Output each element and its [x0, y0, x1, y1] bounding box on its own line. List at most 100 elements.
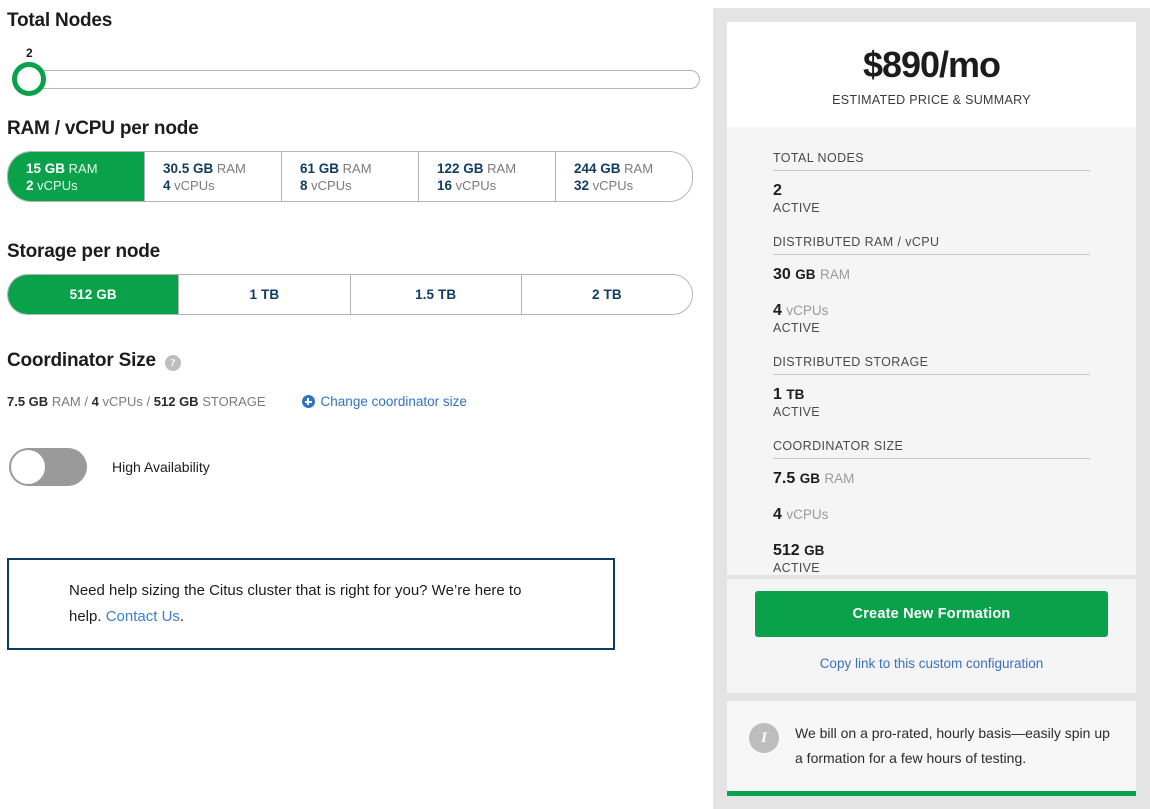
ram-option-cpu: 32 [574, 177, 590, 193]
summary-group-distributed-ram-vcpu: DISTRIBUTED RAM / vCPU 30 GB RAM 4 vCPUs… [773, 235, 1090, 335]
summary-group-distributed-storage: DISTRIBUTED STORAGE 1 TB ACTIVE [773, 355, 1090, 419]
ram-option-244gb[interactable]: 244 GB RAM 32 vCPUs [555, 152, 692, 201]
summary-state: ACTIVE [773, 405, 820, 419]
estimated-price-caption: ESTIMATED PRICE & SUMMARY [832, 93, 1031, 107]
summary-value: 30 [773, 266, 791, 283]
storage-option-label: 512 GB [69, 287, 117, 302]
total-nodes-slider[interactable]: 2 [7, 46, 700, 96]
summary-unit: GB [799, 471, 820, 486]
storage-option-1tb[interactable]: 1 TB [178, 275, 350, 314]
ram-option-cpu-unit: vCPUs [455, 177, 497, 193]
ram-option-size-unit: RAM [487, 160, 517, 176]
summary-value: 512 [773, 542, 800, 559]
ram-option-cpu-unit: vCPUs [311, 177, 352, 193]
summary-group-label: DISTRIBUTED STORAGE [773, 355, 1090, 375]
coordinator-size-title: Coordinator Size [7, 350, 156, 371]
summary-state: ACTIVE [773, 561, 820, 575]
coordinator-sep: / [84, 394, 88, 409]
create-new-formation-button[interactable]: Create New Formation [755, 591, 1108, 637]
summary-group-total-nodes: TOTAL NODES 2 ACTIVE [773, 151, 1090, 215]
summary-value-row: 1 TB [773, 386, 1090, 404]
storage-option-2tb[interactable]: 2 TB [520, 275, 692, 314]
ram-option-size-unit: RAM [68, 160, 98, 176]
change-coordinator-size-link[interactable]: Change coordinator size [301, 394, 467, 409]
storage-segmented-control: 512 GB 1 TB 1.5 TB 2 TB [7, 274, 693, 315]
price-header: $890/mo ESTIMATED PRICE & SUMMARY [727, 22, 1136, 127]
summary-value: 4 [773, 302, 782, 319]
summary-value-row: 4 vCPUs [773, 302, 1090, 320]
pricing-configurator-page: Total Nodes 2 RAM / vCPU per node 15 GB … [0, 0, 1150, 809]
coordinator-size-section: Coordinator Size ? 7.5 GB RAM / 4 vCPUs … [7, 350, 697, 409]
slider-track[interactable] [16, 70, 700, 89]
ram-option-size: 244 GB [574, 160, 621, 176]
plus-circle-icon [301, 395, 315, 408]
summary-unit: GB [804, 543, 825, 558]
coordinator-cpu-value: 4 [91, 394, 99, 409]
storage-section: Storage per node 512 GB 1 TB 1.5 TB 2 TB [7, 241, 693, 315]
help-icon[interactable]: ? [164, 354, 181, 371]
summary-value: 1 [773, 386, 782, 403]
summary-panel: $890/mo ESTIMATED PRICE & SUMMARY TOTAL … [713, 8, 1150, 809]
high-availability-section: High Availability [9, 448, 210, 486]
toggle-knob [11, 450, 45, 484]
total-nodes-section: Total Nodes 2 [7, 10, 700, 96]
ram-option-61gb[interactable]: 61 GB RAM 8 vCPUs [281, 152, 418, 201]
summary-group-label: DISTRIBUTED RAM / vCPU [773, 235, 1090, 255]
ram-option-cpu-unit: vCPUs [37, 177, 78, 193]
summary-group-label: TOTAL NODES [773, 151, 1090, 171]
high-availability-toggle[interactable] [9, 448, 87, 486]
ram-vcpu-title: RAM / vCPU per node [7, 118, 199, 139]
configuration-pane: Total Nodes 2 RAM / vCPU per node 15 GB … [0, 0, 710, 809]
coordinator-ram-unit: RAM [51, 394, 81, 409]
ram-option-cpu: 16 [437, 177, 453, 193]
billing-note: I We bill on a pro-rated, hourly basis—e… [727, 701, 1136, 791]
ram-option-cpu-unit: vCPUs [174, 177, 215, 193]
storage-title: Storage per node [7, 241, 161, 262]
accent-bar [727, 791, 1136, 796]
storage-option-label: 2 TB [592, 287, 622, 302]
ram-option-30gb[interactable]: 30.5 GB RAM 4 vCPUs [144, 152, 281, 201]
ram-option-cpu: 8 [300, 177, 308, 193]
ram-vcpu-section: RAM / vCPU per node 15 GB RAM 2 vCPUs 30… [7, 118, 693, 202]
storage-option-512gb[interactable]: 512 GB [8, 275, 179, 314]
coordinator-ram-value: 7.5 GB [7, 394, 49, 409]
total-nodes-title: Total Nodes [7, 10, 113, 31]
coordinator-storage-value: 512 GB [153, 394, 199, 409]
slider-handle[interactable] [12, 62, 46, 96]
summary-value: 7.5 [773, 470, 796, 487]
help-callout: Need help sizing the Citus cluster that … [7, 558, 615, 650]
coordinator-sep: / [146, 394, 151, 409]
contact-us-link[interactable]: Contact Us [106, 608, 180, 625]
estimated-price: $890/mo [862, 44, 1001, 85]
summary-state: ACTIVE [773, 321, 820, 335]
summary-value-row: 30 GB RAM [773, 266, 1090, 284]
summary-actions: Create New Formation Copy link to this c… [727, 579, 1136, 693]
ram-option-size: 122 GB [437, 160, 484, 176]
ram-option-cpu-unit: vCPUs [592, 177, 634, 193]
summary-group-coordinator-size: COORDINATOR SIZE 7.5 GB RAM 4 vCPUs 512 … [773, 439, 1090, 575]
coordinator-storage-unit: STORAGE [202, 394, 266, 409]
summary-value: 4 [773, 506, 782, 523]
help-callout-text: Need help sizing the Citus cluster that … [69, 578, 553, 630]
storage-option-1-5tb[interactable]: 1.5 TB [349, 275, 521, 314]
ram-option-122gb[interactable]: 122 GB RAM 16 vCPUs [418, 152, 555, 201]
change-coordinator-size-label: Change coordinator size [320, 394, 467, 409]
summary-value: 2 [773, 182, 782, 199]
copy-config-link[interactable]: Copy link to this custom configuration [755, 656, 1108, 671]
summary-value-row: 512 GB [773, 542, 1090, 560]
ram-option-size-unit: RAM [624, 160, 654, 176]
coordinator-cpu-unit: vCPUs [102, 394, 143, 409]
ram-option-size: 30.5 GB [163, 160, 214, 176]
total-nodes-slider-value: 2 [26, 46, 33, 60]
billing-note-text: We bill on a pro-rated, hourly basis—eas… [795, 725, 1110, 766]
ram-option-15gb[interactable]: 15 GB RAM 2 vCPUs [8, 152, 144, 201]
summary-divider [727, 693, 1136, 701]
storage-option-label: 1 TB [249, 287, 280, 302]
summary-value-row: 2 [773, 182, 1090, 200]
ram-option-cpu: 4 [163, 177, 171, 193]
ram-option-size-unit: RAM [342, 160, 372, 176]
summary-unit: vCPUs [786, 507, 829, 522]
ram-option-size: 15 GB [26, 160, 66, 176]
summary-unit: GB [795, 267, 816, 282]
ram-vcpu-segmented-control: 15 GB RAM 2 vCPUs 30.5 GB RAM 4 vCPUs 61… [7, 151, 693, 202]
